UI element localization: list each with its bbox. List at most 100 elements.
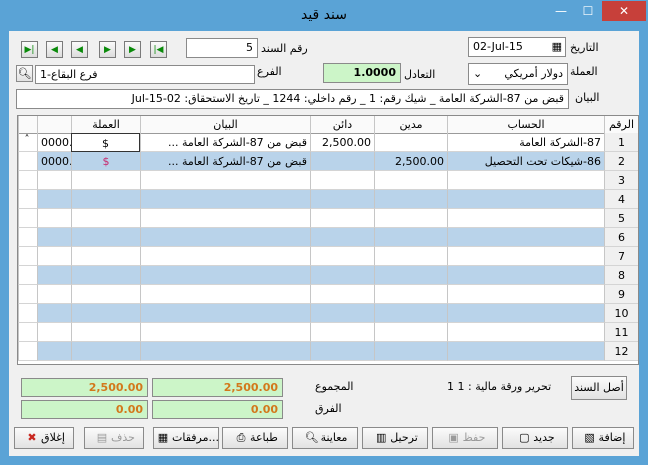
table-row[interactable]: 10 — [18, 304, 638, 323]
cell-num[interactable]: 12 — [604, 342, 638, 361]
cell-credit[interactable] — [310, 247, 374, 266]
table-row[interactable]: 8 — [18, 266, 638, 285]
col-debit-header[interactable]: مدين — [374, 116, 447, 133]
print-button[interactable]: ⎙ طباعة — [222, 427, 288, 449]
description-field[interactable]: قبض من 87-الشركة العامة _ شيك رقم: 1 _ ر… — [16, 89, 569, 109]
cell-debit[interactable] — [374, 171, 447, 190]
preview-button[interactable]: 🔍︎ معاينة — [292, 427, 358, 449]
post-button[interactable]: ▥ ترحيل — [362, 427, 428, 449]
cell-credit[interactable] — [310, 209, 374, 228]
cell-extra[interactable]: 0000. — [37, 152, 71, 171]
cell-extra[interactable] — [37, 285, 71, 304]
cell-account[interactable] — [447, 228, 604, 247]
cell-extra[interactable] — [37, 171, 71, 190]
cell-currency[interactable] — [71, 247, 140, 266]
cell-account[interactable] — [447, 304, 604, 323]
branch-field[interactable]: 1-فرع البقاع — [35, 65, 255, 84]
cell-account[interactable] — [447, 171, 604, 190]
cell-num[interactable]: 4 — [604, 190, 638, 209]
cell-currency[interactable] — [71, 171, 140, 190]
cell-description[interactable] — [140, 209, 310, 228]
cell-description[interactable] — [140, 190, 310, 209]
cell-description[interactable] — [140, 342, 310, 361]
cell-currency[interactable] — [71, 228, 140, 247]
add-button[interactable]: ▧ إضافة — [572, 427, 634, 449]
cell-credit[interactable] — [310, 266, 374, 285]
cell-num[interactable]: 9 — [604, 285, 638, 304]
next-page-button[interactable]: ▶ — [124, 41, 141, 58]
cell-currency[interactable] — [71, 285, 140, 304]
cell-currency[interactable] — [71, 304, 140, 323]
prev-page-button[interactable]: ◀ — [46, 41, 63, 58]
cell-debit[interactable] — [374, 133, 447, 152]
cell-debit[interactable] — [374, 190, 447, 209]
cell-description[interactable] — [140, 228, 310, 247]
cell-account[interactable] — [447, 285, 604, 304]
minimize-button[interactable]: — — [548, 1, 574, 21]
close-window-button[interactable]: ✕ — [602, 1, 646, 21]
cell-currency[interactable]: $ — [71, 152, 140, 171]
currency-select[interactable]: ⌄ دولار أمريكي — [468, 63, 568, 85]
cell-debit[interactable] — [374, 304, 447, 323]
cell-extra[interactable] — [37, 304, 71, 323]
cell-credit[interactable] — [310, 304, 374, 323]
cell-debit[interactable] — [374, 209, 447, 228]
save-button[interactable]: ▣ حفظ — [432, 427, 498, 449]
cell-debit[interactable] — [374, 342, 447, 361]
table-row[interactable]: 0000. $ قبض من 87-الشركة العامة ... 2,500.0… — [18, 133, 638, 152]
new-button[interactable]: ▢ جديد — [502, 427, 568, 449]
cell-num[interactable]: 5 — [604, 209, 638, 228]
col-account-header[interactable]: الحساب — [447, 116, 604, 133]
exchange-rate-field[interactable]: 1.0000 — [323, 63, 401, 83]
cell-description[interactable]: قبض من 87-الشركة العامة ... — [140, 133, 310, 152]
cell-debit[interactable] — [374, 285, 447, 304]
cell-account[interactable] — [447, 190, 604, 209]
col-number-header[interactable]: الرقم — [604, 116, 638, 133]
cell-account[interactable] — [447, 209, 604, 228]
cell-num[interactable]: 2 — [604, 152, 638, 171]
cell-description[interactable] — [140, 304, 310, 323]
date-field[interactable]: 02-Jul-15 ▦ — [468, 37, 566, 57]
cell-num[interactable]: 6 — [604, 228, 638, 247]
calendar-icon[interactable]: ▦ — [552, 38, 562, 56]
cell-credit[interactable] — [310, 323, 374, 342]
cell-debit[interactable]: 2,500.00 — [374, 152, 447, 171]
cell-credit[interactable]: 2,500.00 — [310, 133, 374, 152]
prev-record-button[interactable]: ◀ — [71, 41, 88, 58]
cell-credit[interactable] — [310, 171, 374, 190]
cell-account[interactable] — [447, 342, 604, 361]
cell-description[interactable] — [140, 285, 310, 304]
cell-currency[interactable] — [71, 209, 140, 228]
cell-account[interactable] — [447, 266, 604, 285]
delete-button[interactable]: ▤ حذف — [84, 427, 144, 449]
cell-credit[interactable] — [310, 228, 374, 247]
col-credit-header[interactable]: دائن — [310, 116, 374, 133]
last-record-button[interactable]: |◀ — [150, 41, 167, 58]
cell-extra[interactable] — [37, 342, 71, 361]
attachments-button[interactable]: ▦ مرفقات... — [153, 427, 219, 449]
table-row[interactable]: 4 — [18, 190, 638, 209]
cell-credit[interactable] — [310, 190, 374, 209]
cell-num[interactable]: 1 — [604, 133, 638, 152]
close-button[interactable]: ✖ إغلاق — [14, 427, 74, 449]
cell-num[interactable]: 11 — [604, 323, 638, 342]
cell-extra[interactable] — [37, 247, 71, 266]
first-record-button[interactable]: ▶| — [21, 41, 38, 58]
cell-debit[interactable] — [374, 228, 447, 247]
cell-currency[interactable] — [71, 342, 140, 361]
cell-currency[interactable] — [71, 266, 140, 285]
cell-extra[interactable] — [37, 209, 71, 228]
cell-credit[interactable] — [310, 342, 374, 361]
cell-extra[interactable] — [37, 228, 71, 247]
table-row[interactable]: 9 — [18, 285, 638, 304]
voucher-number-field[interactable]: 5 — [186, 38, 258, 58]
table-row[interactable]: 6 — [18, 228, 638, 247]
cell-credit[interactable] — [310, 285, 374, 304]
cell-account[interactable]: 87-الشركة العامة — [447, 133, 604, 152]
cell-debit[interactable] — [374, 266, 447, 285]
scroll-up-icon[interactable]: ˄ — [22, 134, 32, 145]
cell-num[interactable]: 8 — [604, 266, 638, 285]
original-voucher-button[interactable]: أصل السند — [571, 376, 627, 400]
cell-num[interactable]: 3 — [604, 171, 638, 190]
cell-account[interactable] — [447, 323, 604, 342]
